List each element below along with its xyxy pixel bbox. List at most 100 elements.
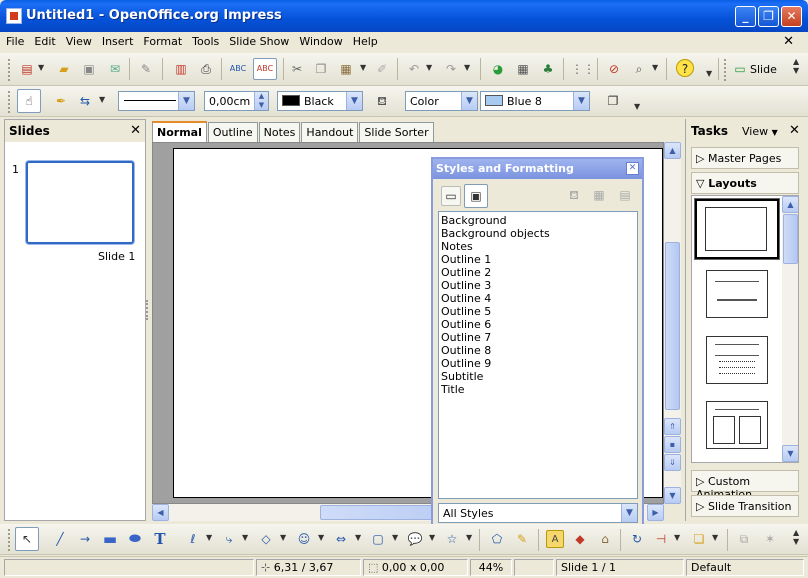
close-icon[interactable]: ✕ — [789, 123, 800, 138]
select-mode-icon[interactable]: ☝ — [17, 89, 41, 113]
chevron-down-icon[interactable]: ▼ — [318, 533, 325, 542]
callouts-icon[interactable]: 💬 — [406, 530, 424, 548]
basic-shapes-icon[interactable]: ◇ — [257, 530, 275, 548]
list-item[interactable]: Title — [441, 383, 635, 396]
format-paintbrush-icon[interactable]: ✐ — [373, 60, 391, 78]
export-pdf-icon[interactable]: ▥ — [172, 60, 190, 78]
close-icon[interactable]: ✕ — [130, 123, 141, 138]
scroll-thumb[interactable] — [665, 242, 680, 410]
arrow-style-icon[interactable]: ⇆ — [76, 92, 94, 110]
rotate-icon[interactable]: ↻ — [628, 530, 646, 548]
chevron-down-icon[interactable]: ▼ — [712, 533, 719, 542]
line-width-field[interactable]: 0,00cm ▲ ▼ — [204, 91, 269, 111]
autospellcheck-icon[interactable]: ABC — [253, 58, 277, 80]
list-item[interactable]: Background — [441, 214, 635, 227]
layouts-scrollbar[interactable]: ▲ ▼ — [782, 196, 798, 462]
fill-format-icon[interactable]: ⛾ — [565, 186, 583, 204]
tab-normal[interactable]: Normal — [152, 121, 207, 142]
list-item[interactable]: Outline 1 — [441, 253, 635, 266]
line-icon[interactable]: ✒ — [52, 92, 70, 110]
section-layouts[interactable]: ▽ Layouts — [691, 172, 799, 194]
extrusion-icon[interactable]: ⧉ — [735, 530, 753, 548]
styles-window-titlebar[interactable]: Styles and Formatting ✕ — [433, 159, 642, 179]
minimize-button[interactable]: _ — [735, 6, 756, 27]
chevron-down-icon[interactable]: ▼ — [346, 92, 362, 110]
stars-icon[interactable]: ☆ — [443, 530, 461, 548]
area-style-select[interactable]: Color ▼ — [405, 91, 478, 111]
maximize-button[interactable]: ❐ — [758, 6, 779, 27]
page-down-icon[interactable]: ⇓ — [664, 454, 681, 471]
fontwork-icon[interactable]: A — [546, 530, 564, 548]
block-arrows-icon[interactable]: ⇔ — [332, 530, 350, 548]
page-icon[interactable]: ▪ — [664, 436, 681, 453]
copy-icon[interactable]: ❐ — [312, 60, 330, 78]
toolbar-grip[interactable] — [8, 529, 12, 551]
alignment-icon[interactable]: ⊣ — [652, 530, 670, 548]
zoom-icon[interactable]: ⌕ — [630, 60, 648, 78]
grid-icon[interactable]: ⋮⋮ — [571, 60, 595, 78]
redo-icon[interactable]: ↷ — [442, 60, 460, 78]
presentation-styles-icon[interactable]: ▣ — [464, 184, 488, 208]
layout-blank[interactable] — [695, 199, 779, 259]
paste-icon[interactable]: ▦ — [337, 60, 355, 78]
chevron-down-icon[interactable]: ▼ — [426, 63, 433, 72]
spellcheck-icon[interactable]: ABC — [229, 60, 247, 78]
slide-thumbnail[interactable] — [26, 161, 134, 244]
navigator-compass-icon[interactable]: ⊘ — [605, 60, 623, 78]
stepper-icon[interactable]: ▲ ▼ — [254, 92, 268, 110]
vertical-scrollbar[interactable]: ▲ ⇑ ▪ ⇓ ▼ — [664, 142, 681, 504]
slide-button[interactable]: Slide — [750, 63, 777, 76]
list-item[interactable]: Outline 6 — [441, 318, 635, 331]
list-item[interactable]: Outline 2 — [441, 266, 635, 279]
shadow-icon[interactable]: ❐ — [604, 92, 622, 110]
new-document-icon[interactable]: ▤ — [18, 60, 36, 78]
update-style-icon[interactable]: ▤ — [616, 186, 634, 204]
from-file-icon[interactable]: ◆ — [571, 530, 589, 548]
scroll-thumb[interactable] — [783, 214, 798, 264]
tab-slide-sorter[interactable]: Slide Sorter — [359, 122, 434, 142]
layouts-list[interactable]: ▲ ▼ — [691, 195, 799, 463]
section-custom-animation[interactable]: ▷ Custom Animation — [691, 470, 799, 501]
chevron-down-icon[interactable]: ▼ — [429, 533, 436, 542]
area-color-select[interactable]: Blue 8 ▼ — [480, 91, 590, 111]
arrange-icon[interactable]: ❏ — [690, 530, 708, 548]
chevron-down-icon[interactable]: ▼ — [634, 102, 641, 111]
chevron-down-icon[interactable]: ▼ — [355, 533, 362, 542]
scroll-left-icon[interactable]: ◀ — [152, 504, 169, 521]
curve-icon[interactable]: ℓ — [184, 530, 202, 548]
help-icon[interactable]: ? — [676, 59, 694, 77]
gallery-icon[interactable]: ⌂ — [596, 530, 614, 548]
chevron-down-icon[interactable]: ▼ — [464, 63, 471, 72]
menu-format[interactable]: Format — [137, 32, 186, 48]
menu-help[interactable]: Help — [347, 32, 382, 48]
list-item[interactable]: Outline 9 — [441, 357, 635, 370]
symbol-shapes-icon[interactable]: ☺ — [295, 530, 313, 548]
chevron-down-icon[interactable]: ▼ — [206, 533, 213, 542]
scroll-down-icon[interactable]: ▼ — [782, 445, 798, 462]
scroll-up-icon[interactable]: ▲ — [664, 142, 681, 159]
line-tool-icon[interactable]: ╱ — [51, 530, 69, 548]
new-style-icon[interactable]: ▦ — [590, 186, 608, 204]
list-item[interactable]: Notes — [441, 240, 635, 253]
scroll-down-icon[interactable]: ▼ — [664, 487, 681, 504]
line-style-select[interactable]: ▼ — [118, 91, 195, 111]
tab-notes[interactable]: Notes — [258, 122, 301, 142]
chevron-down-icon[interactable]: ▼ — [360, 63, 367, 72]
chevron-down-icon[interactable]: ▼ — [280, 533, 287, 542]
chevron-down-icon[interactable]: ▼ — [466, 533, 473, 542]
chevron-down-icon[interactable]: ▼ — [392, 533, 399, 542]
connector-icon[interactable]: ⤷ — [220, 530, 238, 548]
list-item[interactable]: Outline 8 — [441, 344, 635, 357]
flowchart-icon[interactable]: ▢ — [369, 530, 387, 548]
close-icon[interactable]: ✕ — [626, 162, 639, 175]
rectangle-icon[interactable]: ▬ — [101, 530, 119, 548]
chevron-down-icon[interactable]: ▼ — [573, 92, 589, 110]
chevron-down-icon[interactable]: ▼ — [242, 533, 249, 542]
close-document-icon[interactable]: ✕ — [783, 34, 794, 49]
chevron-down-icon[interactable]: ▼ — [38, 63, 45, 72]
chevron-down-icon[interactable]: ▼ — [652, 63, 659, 72]
menu-window[interactable]: Window — [293, 32, 346, 48]
styles-list[interactable]: Background Background objects Notes Outl… — [438, 211, 638, 499]
layout-title-only[interactable] — [706, 270, 768, 318]
email-icon[interactable]: ✉ — [106, 60, 124, 78]
